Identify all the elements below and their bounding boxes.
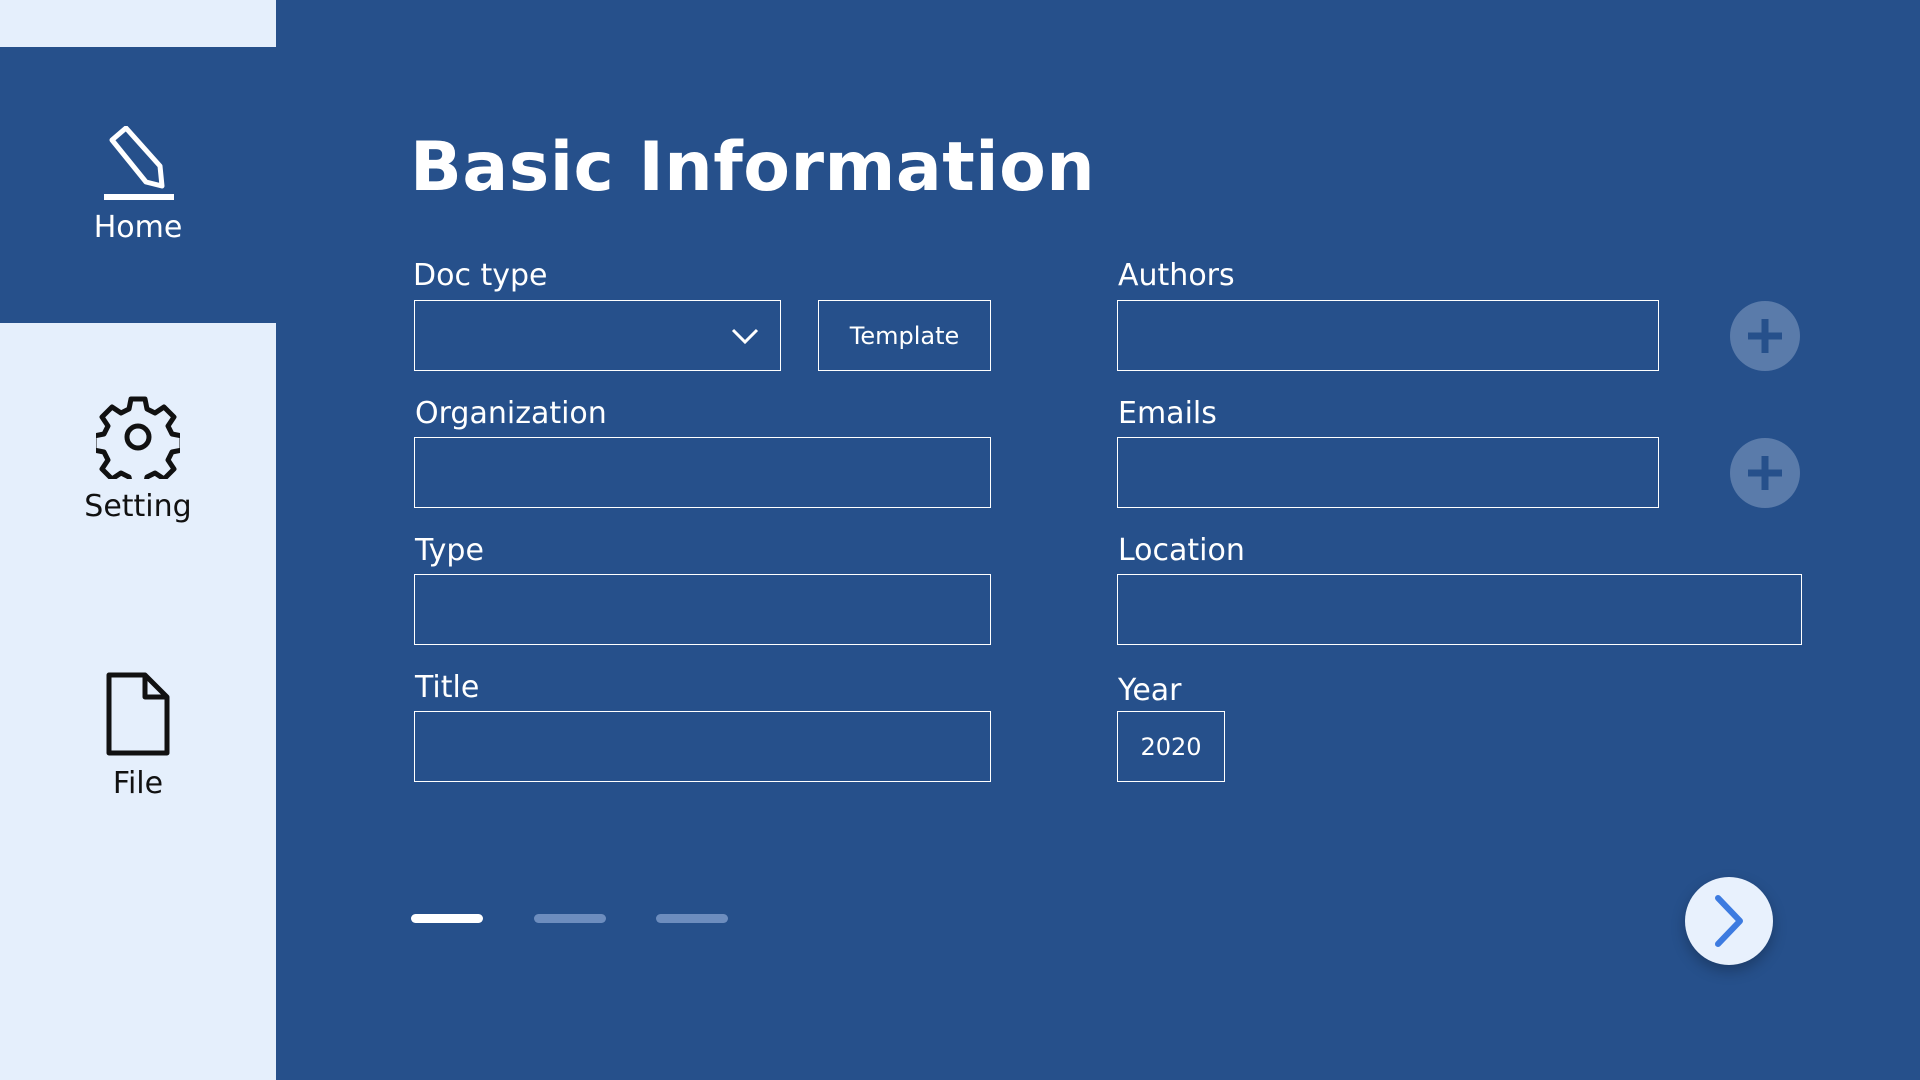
add-author-button[interactable]: [1730, 301, 1800, 371]
doc-type-label: Doc type: [413, 258, 548, 293]
template-button[interactable]: Template: [818, 300, 991, 371]
page-title: Basic Information: [410, 128, 1096, 207]
next-button[interactable]: [1685, 877, 1773, 965]
sidebar-item-label: File: [112, 766, 164, 801]
gear-icon: [96, 396, 180, 479]
sidebar-item-setting[interactable]: Setting: [0, 395, 276, 524]
organization-label: Organization: [415, 396, 607, 431]
title-label: Title: [415, 670, 480, 705]
chevron-right-icon: [1715, 895, 1743, 947]
pagination-step-1[interactable]: [411, 914, 483, 923]
authors-label: Authors: [1118, 258, 1235, 293]
sidebar-item-label: Home: [93, 209, 183, 245]
sidebar: Home Setting File: [0, 0, 276, 1080]
location-label: Location: [1118, 533, 1245, 568]
organization-input[interactable]: [414, 437, 991, 508]
authors-input[interactable]: [1117, 300, 1659, 371]
sidebar-item-home[interactable]: Home: [0, 47, 276, 323]
sidebar-item-label: Setting: [84, 489, 192, 524]
doc-type-select[interactable]: [414, 300, 781, 371]
year-value: 2020: [1140, 732, 1202, 761]
year-label: Year: [1118, 673, 1182, 708]
chevron-down-icon: [731, 328, 759, 344]
pencil-icon: [104, 125, 174, 200]
type-label: Type: [415, 533, 484, 568]
plus-icon: [1748, 319, 1782, 353]
pagination-step-2[interactable]: [534, 914, 606, 923]
pagination-step-3[interactable]: [656, 914, 728, 923]
file-icon: [106, 672, 170, 756]
emails-input[interactable]: [1117, 437, 1659, 508]
sidebar-item-file[interactable]: File: [0, 672, 276, 801]
title-input[interactable]: [414, 711, 991, 782]
type-input[interactable]: [414, 574, 991, 645]
emails-label: Emails: [1118, 396, 1217, 431]
location-input[interactable]: [1117, 574, 1802, 645]
add-email-button[interactable]: [1730, 438, 1800, 508]
plus-icon: [1748, 456, 1782, 490]
year-input[interactable]: 2020: [1117, 711, 1225, 782]
